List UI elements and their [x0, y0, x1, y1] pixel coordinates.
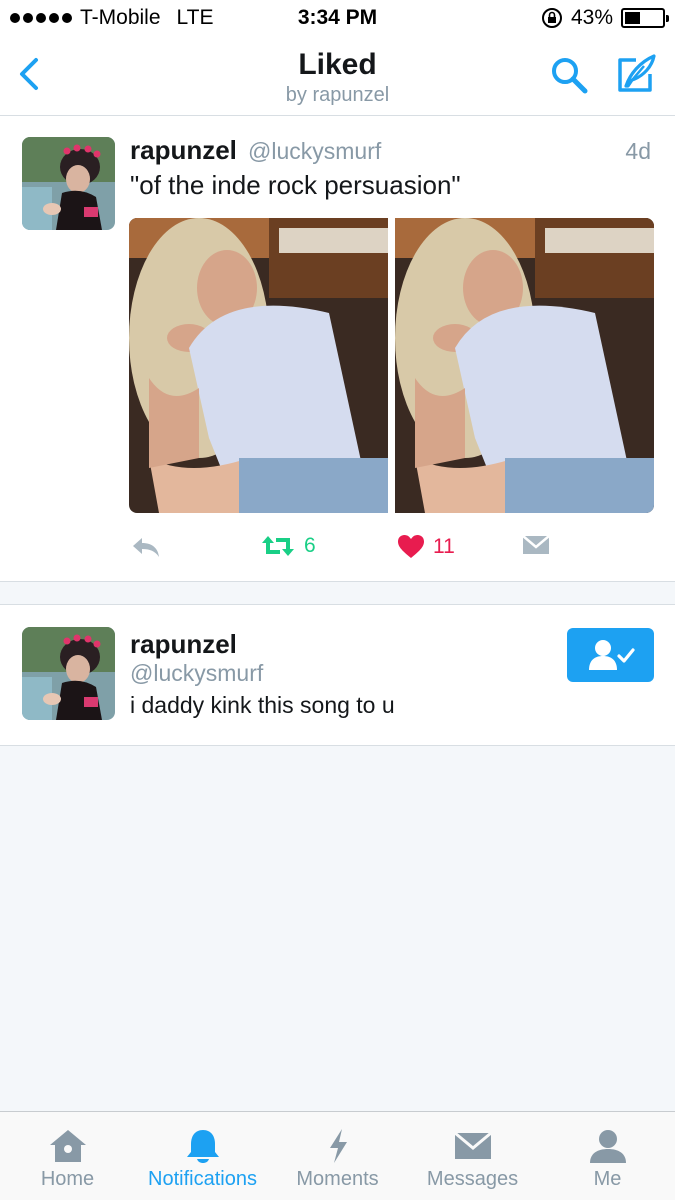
nav-header: Liked by rapunzel — [0, 38, 675, 116]
status-bar: T-Mobile LTE 3:34 PM 43% — [0, 0, 675, 38]
search-icon[interactable] — [548, 54, 590, 96]
tweet-text: "of the inde rock persuasion" — [130, 170, 461, 200]
direct-message-button[interactable] — [522, 534, 550, 556]
tweet-timestamp: 4d — [625, 138, 651, 164]
tab-home[interactable]: Home — [0, 1112, 135, 1200]
like-count: 11 — [433, 535, 455, 558]
tweet-author-name[interactable]: rapunzel — [130, 135, 237, 166]
user-bio: i daddy kink this song to u — [130, 692, 395, 718]
tab-label: Home — [40, 1168, 95, 1190]
compose-tweet-icon[interactable] — [614, 52, 658, 96]
envelope-icon — [522, 535, 550, 554]
envelope-icon — [453, 1131, 492, 1159]
heart-icon — [398, 535, 424, 558]
avatar[interactable] — [22, 627, 115, 720]
user-card[interactable]: rapunzel @luckysmurf i daddy kink this s… — [0, 604, 675, 746]
section-divider — [0, 582, 675, 604]
lightning-icon — [329, 1129, 347, 1163]
reply-icon — [133, 538, 159, 557]
retweet-button[interactable]: 6 — [260, 534, 316, 558]
bell-icon — [186, 1130, 219, 1163]
battery-icon — [621, 8, 669, 28]
person-icon — [589, 1130, 626, 1163]
tab-bar: Home Notifications Moments Messages Me — [0, 1111, 675, 1200]
tab-label: Me — [593, 1168, 622, 1190]
tweet-actions: 6 11 — [0, 534, 675, 568]
tab-messages[interactable]: Messages — [405, 1112, 540, 1200]
tab-moments[interactable]: Moments — [270, 1112, 405, 1200]
user-name[interactable]: rapunzel — [130, 629, 237, 660]
avatar[interactable] — [22, 137, 115, 230]
retweet-count: 6 — [304, 534, 316, 557]
tweet-author-handle[interactable]: @luckysmurf — [248, 138, 381, 165]
orientation-lock-icon — [541, 8, 562, 28]
tab-label: Moments — [296, 1168, 379, 1190]
battery-percent: 43% — [570, 6, 613, 29]
like-button[interactable]: 11 — [397, 534, 455, 560]
tab-label: Messages — [426, 1168, 519, 1190]
tweet-photo-2[interactable] — [395, 218, 654, 513]
tab-notifications[interactable]: Notifications — [135, 1112, 270, 1200]
following-button[interactable] — [567, 628, 654, 682]
retweet-icon — [262, 536, 294, 556]
tweet[interactable]: rapunzel @luckysmurf 4d "of the inde roc… — [0, 116, 675, 582]
user-handle[interactable]: @luckysmurf — [130, 660, 263, 687]
tab-me[interactable]: Me — [540, 1112, 675, 1200]
home-icon — [49, 1130, 86, 1162]
reply-button[interactable] — [130, 534, 162, 560]
following-user-icon — [588, 640, 635, 670]
tweet-photo-1[interactable] — [129, 218, 388, 513]
tab-label: Notifications — [148, 1168, 257, 1190]
